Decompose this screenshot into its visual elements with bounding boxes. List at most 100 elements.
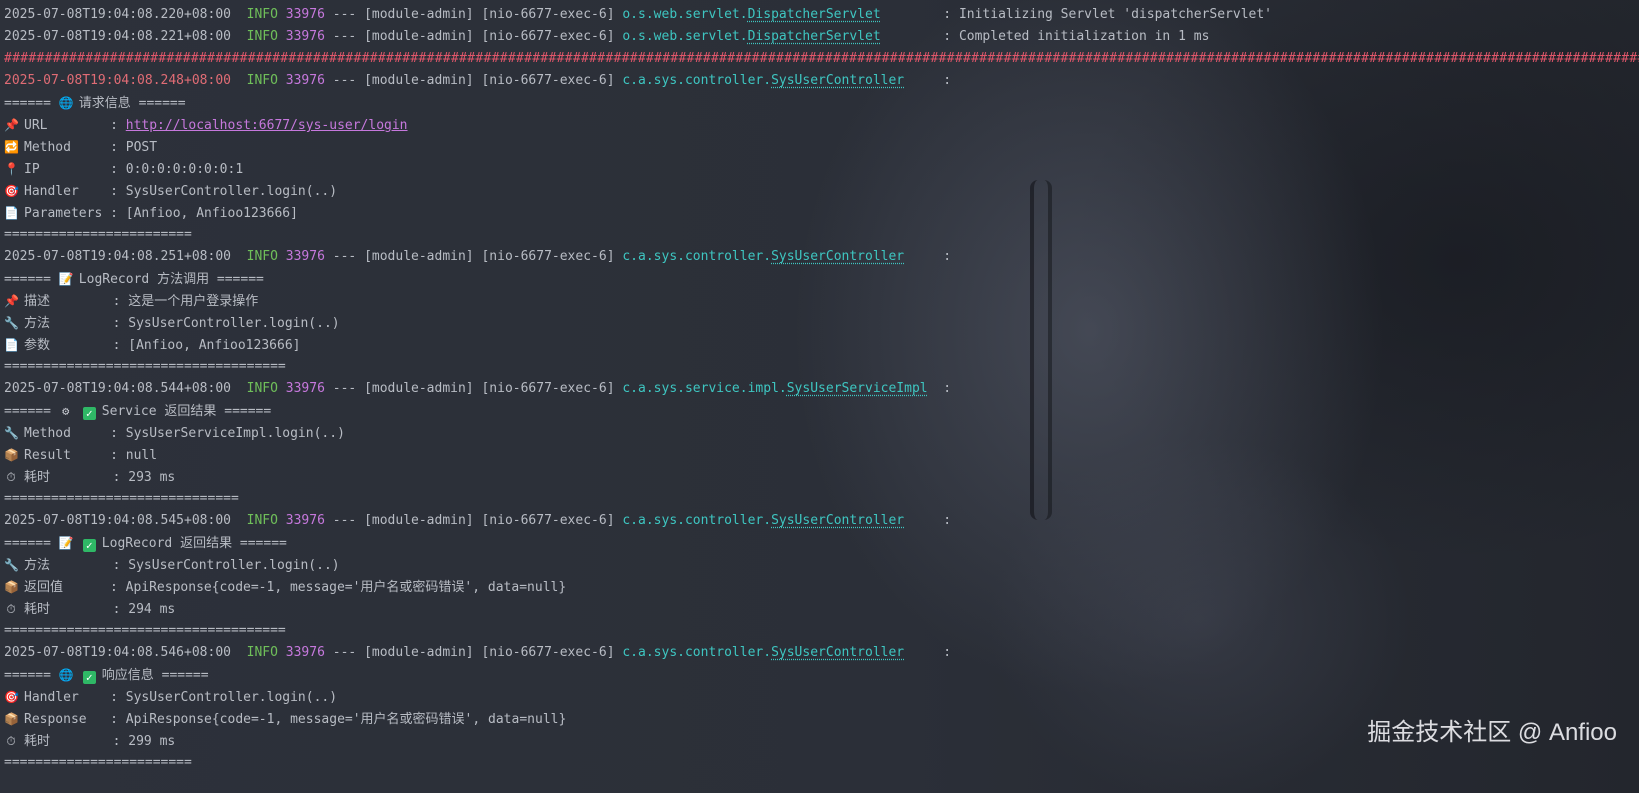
section-header: ====== 📝 ✓ LogRecord 返回结果 ====== (4, 532, 1639, 554)
log-line: 2025-07-08T19:04:08.248+08:00 INFO 33976… (4, 70, 1639, 92)
log-module: [module-admin] (364, 249, 474, 264)
memo-icon: 📝 (58, 536, 74, 550)
log-pid: 33976 (285, 73, 325, 88)
log-separator: --- (332, 249, 357, 264)
detail-key: Handler : (24, 184, 126, 199)
log-package: o.s.web.servlet. (622, 7, 748, 22)
detail-value: SysUserController.login(..) (125, 184, 338, 199)
detail-key: Response : (24, 712, 126, 727)
section-header-prefix: ====== (4, 404, 59, 419)
log-level: INFO (246, 513, 278, 528)
equals-separator: ======================== (4, 752, 1639, 774)
log-line: 2025-07-08T19:04:08.544+08:00 INFO 33976… (4, 378, 1639, 400)
log-thread: [nio-6677-exec-6] (481, 7, 615, 22)
section-header-prefix: ====== (4, 536, 59, 551)
log-separator: --- (332, 7, 357, 22)
check-icon: ✓ (82, 539, 96, 552)
log-pid: 33976 (285, 381, 325, 396)
log-module: [module-admin] (364, 513, 474, 528)
log-line: 2025-07-08T19:04:08.251+08:00 INFO 33976… (4, 246, 1639, 268)
log-level: INFO (246, 249, 278, 264)
detail-line: 📦 返回值 : ApiResponse{code=-1, message='用户名… (4, 576, 1639, 598)
log-module: [module-admin] (364, 7, 474, 22)
log-class-link[interactable]: SysUserController (771, 645, 904, 660)
equals-separator-text: ======================== (4, 755, 192, 770)
log-colon: : (880, 7, 959, 22)
pin-icon: 📌 (4, 294, 19, 308)
detail-value: 0:0:0:0:0:0:0:1 (125, 162, 244, 177)
log-package: c.a.sys.service.impl. (622, 381, 787, 396)
section-header-title: Service 返回结果 ====== (101, 404, 272, 419)
detail-value: 这是一个用户登录操作 (128, 294, 259, 309)
equals-separator-text: ============================== (4, 491, 239, 506)
target-icon: 🎯 (4, 690, 19, 704)
detail-value: null (125, 448, 158, 463)
log-colon: : (904, 645, 952, 660)
section-header: ====== 🌐 请求信息 ====== (4, 92, 1639, 114)
equals-separator: ==================================== (4, 620, 1639, 642)
detail-key: Method : (24, 426, 126, 441)
method-icon: 🔁 (4, 140, 19, 154)
detail-value: ApiResponse{code=-1, message='用户名或密码错误',… (125, 712, 567, 727)
log-package: c.a.sys.controller. (622, 249, 772, 264)
log-colon: : (880, 29, 959, 44)
pin-icon: 📌 (4, 118, 19, 132)
detail-line: ⏱ 耗时 : 294 ms (4, 598, 1639, 620)
detail-line: 📄 Parameters : [Anfioo, Anfioo123666] (4, 202, 1639, 224)
section-header-prefix: ====== (4, 272, 59, 287)
inbox-icon: 📦 (4, 448, 19, 462)
log-class-link[interactable]: SysUserServiceImpl (787, 381, 928, 396)
log-package: c.a.sys.controller. (622, 513, 772, 528)
log-message: Initializing Servlet 'dispatcherServlet' (958, 7, 1273, 22)
detail-line: 🔧 Method : SysUserServiceImpl.login(..) (4, 422, 1639, 444)
wrench-icon: 🔧 (4, 316, 19, 330)
section-header: ====== ⚙ ✓ Service 返回结果 ====== (4, 400, 1639, 422)
log-pid: 33976 (285, 249, 325, 264)
wrench-icon: 🔧 (4, 426, 19, 440)
log-level: INFO (246, 29, 278, 44)
log-timestamp: 2025-07-08T19:04:08.544+08:00 (4, 381, 231, 396)
detail-key: 耗时 : (24, 734, 129, 749)
log-class-link[interactable]: DispatcherServlet (748, 7, 881, 22)
section-header: ====== 📝 LogRecord 方法调用 ====== (4, 268, 1639, 290)
detail-line: 📦 Result : null (4, 444, 1639, 466)
request-url-link[interactable]: http://localhost:6677/sys-user/login (126, 118, 408, 133)
log-line: 2025-07-08T19:04:08.220+08:00 INFO 33976… (4, 4, 1639, 26)
detail-value: 294 ms (128, 602, 176, 617)
detail-value: SysUserController.login(..) (128, 316, 340, 331)
log-timestamp: 2025-07-08T19:04:08.221+08:00 (4, 29, 231, 44)
detail-value: [Anfioo, Anfioo123666] (125, 206, 298, 221)
section-header-title: 请求信息 ====== (78, 96, 186, 111)
detail-value: SysUserController.login(..) (128, 558, 340, 573)
detail-value: SysUserServiceImpl.login(..) (125, 426, 345, 441)
log-class-link[interactable]: SysUserController (771, 249, 904, 264)
detail-key: Result : (24, 448, 126, 463)
log-class-link[interactable]: SysUserController (771, 73, 904, 88)
detail-key: URL : (24, 118, 126, 133)
document-icon: 📄 (4, 338, 19, 352)
detail-key: 描述 : (24, 294, 129, 309)
check-icon: ✓ (82, 671, 96, 684)
equals-separator: ============================== (4, 488, 1639, 510)
log-thread: [nio-6677-exec-6] (481, 29, 615, 44)
detail-line: 🎯 Handler : SysUserController.login(..) (4, 180, 1639, 202)
detail-line: 🔁 Method : POST (4, 136, 1639, 158)
log-timestamp: 2025-07-08T19:04:08.251+08:00 (4, 249, 231, 264)
detail-key: 参数 : (24, 338, 129, 353)
log-level: INFO (246, 73, 278, 88)
detail-line: 🔧 方法 : SysUserController.login(..) (4, 312, 1639, 334)
detail-key: 返回值 : (24, 580, 126, 595)
detail-value: SysUserController.login(..) (125, 690, 338, 705)
log-class-link[interactable]: SysUserController (771, 513, 904, 528)
log-level: INFO (246, 7, 278, 22)
log-pid: 33976 (285, 513, 325, 528)
detail-value: POST (125, 140, 158, 155)
section-header-title: LogRecord 方法调用 ====== (78, 272, 264, 287)
section-header-prefix: ====== (4, 96, 59, 111)
log-class-link[interactable]: DispatcherServlet (748, 29, 881, 44)
detail-line: 🎯 Handler : SysUserController.login(..) (4, 686, 1639, 708)
log-line: 2025-07-08T19:04:08.546+08:00 INFO 33976… (4, 642, 1639, 664)
section-header-title: 响应信息 ====== (101, 668, 209, 683)
detail-line: ⏱ 耗时 : 293 ms (4, 466, 1639, 488)
log-level: INFO (246, 381, 278, 396)
